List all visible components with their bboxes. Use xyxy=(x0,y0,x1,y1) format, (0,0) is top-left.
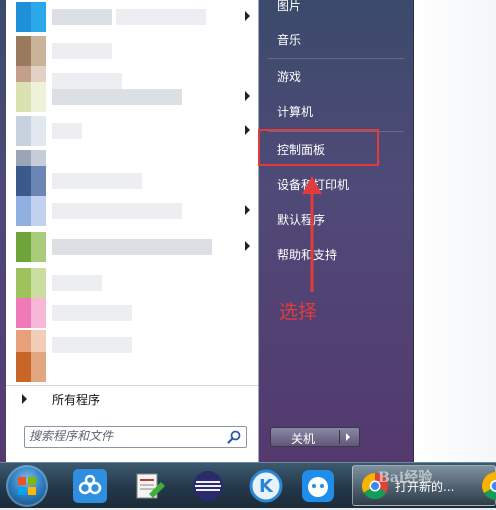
annotation-label: 选择 xyxy=(279,301,318,323)
search-box[interactable] xyxy=(24,426,247,448)
taskbar: K 打开新的... Bai经验 xyxy=(0,462,496,508)
submenu-arrow-icon[interactable] xyxy=(245,125,250,135)
shutdown-options-arrow-icon[interactable] xyxy=(346,433,350,441)
all-programs-button[interactable]: 所有程序 xyxy=(6,385,258,412)
program-icon xyxy=(16,298,46,328)
program-icon xyxy=(16,166,46,196)
menu-separator xyxy=(268,58,404,59)
program-item[interactable] xyxy=(6,232,258,262)
program-item[interactable] xyxy=(6,352,258,382)
submenu-arrow-icon[interactable] xyxy=(245,11,250,21)
shutdown-label: 关机 xyxy=(291,432,316,446)
chrome-icon[interactable] xyxy=(478,468,496,504)
program-item[interactable] xyxy=(6,36,258,66)
svg-text:K: K xyxy=(259,476,274,497)
cloud-app-icon[interactable] xyxy=(72,468,108,504)
right-item-computer[interactable]: 计算机 xyxy=(268,100,398,124)
program-icon xyxy=(16,116,46,146)
search-input[interactable] xyxy=(29,428,219,444)
program-icon xyxy=(16,232,46,262)
start-button[interactable] xyxy=(6,465,48,507)
shutdown-divider xyxy=(339,430,340,444)
search-icon[interactable] xyxy=(226,429,242,445)
eclipse-app-icon[interactable] xyxy=(190,468,226,504)
start-menu: 所有程序 图片 音乐 游戏 计算机 控制面板 设备和打印机 默认程序 帮助和支持… xyxy=(0,0,414,462)
k-app-icon[interactable]: K xyxy=(248,468,284,504)
desktop-background xyxy=(414,0,496,462)
program-item[interactable] xyxy=(6,2,258,32)
right-item-pictures[interactable]: 图片 xyxy=(268,0,398,18)
right-item-help-support[interactable]: 帮助和支持 xyxy=(268,243,398,267)
right-item-games[interactable]: 游戏 xyxy=(268,65,398,89)
program-item[interactable] xyxy=(6,196,258,226)
program-item[interactable] xyxy=(6,166,258,196)
program-icon xyxy=(16,36,46,66)
windows-logo-icon xyxy=(18,477,36,495)
shutdown-button[interactable]: 关机 xyxy=(270,427,360,447)
right-item-devices-printers[interactable]: 设备和打印机 xyxy=(268,173,398,197)
annotation-arrow-icon xyxy=(302,176,322,292)
program-icon xyxy=(16,352,46,382)
program-icon xyxy=(16,196,46,226)
program-item[interactable] xyxy=(6,268,258,298)
program-icon xyxy=(16,268,46,298)
program-item[interactable] xyxy=(6,298,258,328)
submenu-arrow-icon[interactable] xyxy=(245,91,250,101)
right-item-music[interactable]: 音乐 xyxy=(268,28,398,52)
right-item-default-programs[interactable]: 默认程序 xyxy=(268,208,398,232)
notepad-app-icon[interactable] xyxy=(131,468,167,504)
highlight-box xyxy=(258,129,379,166)
submenu-arrow-icon[interactable] xyxy=(245,205,250,215)
program-item[interactable] xyxy=(6,116,258,146)
all-programs-label: 所有程序 xyxy=(52,393,101,407)
program-item[interactable] xyxy=(6,82,258,112)
face-app-icon[interactable] xyxy=(300,468,336,504)
all-programs-arrow-icon xyxy=(22,394,27,404)
program-icon xyxy=(16,82,46,112)
submenu-arrow-icon[interactable] xyxy=(245,241,250,251)
watermark: Bai经验 xyxy=(378,470,433,486)
program-icon xyxy=(16,2,46,32)
